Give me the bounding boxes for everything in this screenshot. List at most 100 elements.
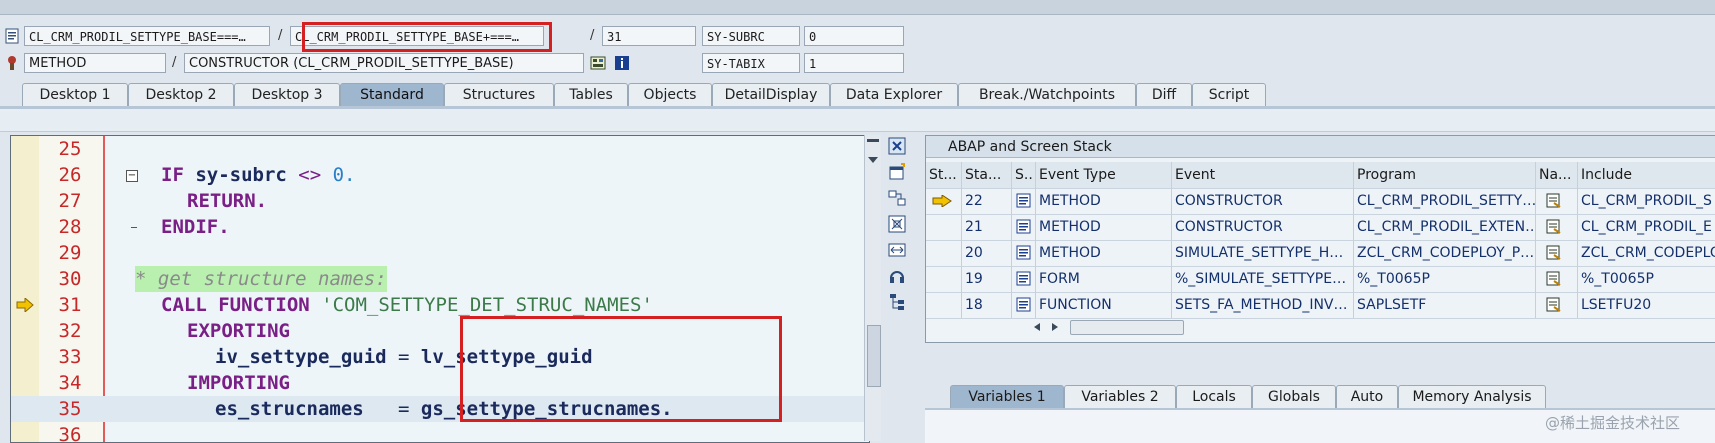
scroll-up-icon[interactable] xyxy=(867,139,879,142)
table-row[interactable]: 21 METHOD CONSTRUCTOR CL_CRM_PRODIL_EXTE… xyxy=(926,214,1715,241)
column-header[interactable]: S.. xyxy=(1012,162,1036,188)
include-cell: CL_CRM_PRODIL_S xyxy=(1581,193,1712,209)
execution-arrow-icon xyxy=(16,298,34,312)
resize-icon[interactable] xyxy=(888,241,906,259)
method-icon xyxy=(8,56,16,70)
sy-subrc-label: SY-SUBRC xyxy=(702,26,800,46)
tab-diff[interactable]: Diff xyxy=(1136,83,1192,106)
document-icon xyxy=(5,28,19,44)
navigate-icon[interactable] xyxy=(1546,297,1562,312)
column-header[interactable]: Na... xyxy=(1536,162,1578,188)
code-editor[interactable]: 25 26 − IF sy-subrc <> 0. 27 RETURN. 28 … xyxy=(10,135,870,443)
maximize-icon[interactable] xyxy=(888,215,906,233)
event-field[interactable]: CONSTRUCTOR (CL_CRM_PRODIL_SETTYPE_BASE) xyxy=(184,53,584,73)
navigate-icon[interactable] xyxy=(1546,219,1562,234)
code-line[interactable]: 25 xyxy=(11,136,869,162)
level-cell: 21 xyxy=(962,214,1012,240)
table-row[interactable]: 19 FORM %_SIMULATE_SETTYPE… %_T0065P %_T… xyxy=(926,266,1715,293)
fold-toggle-icon[interactable]: − xyxy=(126,170,138,182)
code-line[interactable]: 30 * get structure names: xyxy=(11,266,869,292)
keyword: CALL FUNCTION xyxy=(161,294,310,316)
event-cell: CONSTRUCTOR xyxy=(1172,188,1354,214)
tab-objects[interactable]: Objects xyxy=(628,83,712,106)
scroll-left-icon[interactable] xyxy=(1034,323,1040,331)
sy-subrc-value[interactable]: 0 xyxy=(804,26,904,46)
scroll-thumb[interactable] xyxy=(1070,320,1184,335)
column-header[interactable]: St... xyxy=(926,162,962,188)
column-header[interactable]: Event xyxy=(1172,162,1354,188)
navigate-cell[interactable] xyxy=(1536,214,1578,240)
event-type-field[interactable]: METHOD xyxy=(24,53,166,73)
split-view-icon[interactable] xyxy=(888,189,906,207)
include-cell: LSETFU20 xyxy=(1581,297,1652,313)
sy-tabix-value[interactable]: 1 xyxy=(804,53,904,73)
navigate-cell[interactable] xyxy=(1536,188,1578,214)
tab-desktop-2[interactable]: Desktop 2 xyxy=(128,83,234,106)
code-line[interactable]: 27 RETURN. xyxy=(11,188,869,214)
scroll-arrow-icon[interactable] xyxy=(868,157,878,163)
comment: * get structure names: xyxy=(135,266,387,292)
window-top-strip xyxy=(0,0,1715,15)
event-cell: SIMULATE_SETTYPE_H… xyxy=(1172,240,1354,266)
tab-desktop-1[interactable]: Desktop 1 xyxy=(22,83,128,106)
stack-horizontal-scrollbar[interactable] xyxy=(1026,318,1316,336)
tab-globals[interactable]: Globals xyxy=(1252,385,1336,408)
status-cell xyxy=(926,188,962,214)
line-number: 30 xyxy=(58,268,82,290)
tree-icon[interactable] xyxy=(888,293,906,311)
program-field[interactable]: CL_CRM_PRODIL_SETTYPE_BASE===… xyxy=(24,26,270,46)
tab-structures[interactable]: Structures xyxy=(444,83,554,106)
abap-screen-stack-panel: ABAP and Screen Stack St... Sta... S.. E… xyxy=(925,135,1715,343)
line-number-field[interactable]: 31 xyxy=(602,26,696,46)
navigate-cell[interactable] xyxy=(1536,292,1578,318)
tab-data-explorer[interactable]: Data Explorer xyxy=(830,83,958,106)
scroll-thumb[interactable] xyxy=(867,325,881,387)
headset-icon[interactable] xyxy=(888,267,906,285)
keyword: RETURN. xyxy=(187,190,268,212)
type-icon-cell xyxy=(1012,188,1036,214)
code-line-current[interactable]: 31 CALL FUNCTION 'COM_SETTYPE_DET_STRUC_… xyxy=(11,292,869,318)
column-header[interactable]: Event Type xyxy=(1036,162,1172,188)
tab-memory-analysis[interactable]: Memory Analysis xyxy=(1398,385,1546,408)
tab-variables-2[interactable]: Variables 2 xyxy=(1064,385,1176,408)
table-row[interactable]: 22 METHOD CONSTRUCTOR CL_CRM_PRODIL_SETT… xyxy=(926,188,1715,215)
code-line[interactable]: 36 xyxy=(11,422,869,442)
navigate-icon[interactable] xyxy=(1546,271,1562,286)
column-header[interactable]: Sta... xyxy=(962,162,1012,188)
tab-auto[interactable]: Auto xyxy=(1336,385,1398,408)
line-number: 32 xyxy=(58,320,82,342)
code-line[interactable]: 26 − IF sy-subrc <> 0. xyxy=(11,162,869,188)
navigate-cell[interactable] xyxy=(1536,266,1578,292)
info-icon[interactable] xyxy=(614,55,630,71)
code-line[interactable]: 28 ENDIF. xyxy=(11,214,869,240)
event-cell: %_SIMULATE_SETTYPE… xyxy=(1172,266,1354,292)
scroll-right-icon[interactable] xyxy=(1052,323,1058,331)
tab-locals[interactable]: Locals xyxy=(1176,385,1252,408)
navigate-icon[interactable] xyxy=(1546,193,1562,208)
document-icon xyxy=(1016,245,1031,260)
tab-variables-1[interactable]: Variables 1 xyxy=(950,385,1064,408)
tab-script[interactable]: Script xyxy=(1192,83,1266,106)
structure-icon[interactable] xyxy=(590,55,606,71)
tab-tables[interactable]: Tables xyxy=(554,83,628,106)
panel-title: ABAP and Screen Stack xyxy=(926,136,1715,158)
navigate-cell[interactable] xyxy=(1536,240,1578,266)
fold-end-marker xyxy=(131,227,137,228)
editor-vertical-scrollbar[interactable] xyxy=(864,135,881,441)
keyword: IF xyxy=(161,164,184,186)
navigate-icon[interactable] xyxy=(1546,245,1562,260)
tab-desktop-3[interactable]: Desktop 3 xyxy=(234,83,340,106)
tab-standard[interactable]: Standard xyxy=(340,83,444,106)
code-line[interactable]: 29 xyxy=(11,240,869,266)
line-number: 33 xyxy=(58,346,82,368)
close-icon[interactable] xyxy=(888,137,906,155)
tab-break-watchpoints[interactable]: Break./Watchpoints xyxy=(958,83,1136,106)
new-window-icon[interactable] xyxy=(888,163,906,181)
tab-detail-display[interactable]: DetailDisplay xyxy=(712,83,830,106)
column-header[interactable]: Include xyxy=(1578,162,1715,188)
column-header[interactable]: Program xyxy=(1354,162,1536,188)
variable: sy-subrc xyxy=(183,164,299,186)
line-number: 31 xyxy=(58,294,82,316)
table-row[interactable]: 20 METHOD SIMULATE_SETTYPE_H… ZCL_CRM_CO… xyxy=(926,240,1715,267)
table-row[interactable]: 18 FUNCTION SETS_FA_METHOD_INV… SAPLSETF… xyxy=(926,292,1715,319)
